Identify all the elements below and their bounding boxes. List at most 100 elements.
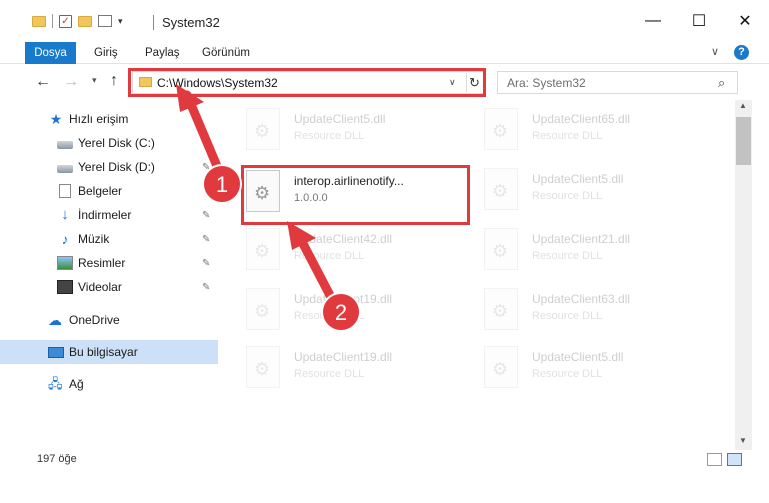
ribbon-expand-icon[interactable]: ∨ bbox=[711, 45, 719, 58]
details-view-icon[interactable] bbox=[707, 453, 722, 466]
file-item[interactable]: ⚙ UpdateClient5.dll Resource DLL bbox=[484, 346, 714, 396]
dll-file-icon: ⚙ bbox=[484, 168, 518, 210]
file-name: UpdateClient63.dll bbox=[532, 292, 631, 306]
pin-icon[interactable]: ✎ bbox=[202, 138, 210, 149]
properties-icon[interactable] bbox=[98, 15, 112, 27]
dll-file-icon: ⚙ bbox=[484, 108, 518, 150]
sidebar-item-music[interactable]: ♪ Müzik ✎ bbox=[0, 227, 218, 251]
tab-gorunum[interactable]: Görünüm bbox=[202, 42, 250, 64]
dll-file-icon: ⚙ bbox=[484, 228, 518, 270]
sidebar-item-local-disk-c[interactable]: Yerel Disk (C:) ✎ bbox=[0, 131, 218, 155]
search-box[interactable]: Ara: System32 ⌕ bbox=[497, 71, 738, 94]
gear-icon: ⚙ bbox=[492, 359, 509, 379]
up-arrow-icon[interactable]: ↑ bbox=[110, 72, 118, 90]
star-icon: ★ bbox=[49, 111, 63, 127]
close-button[interactable]: ✕ bbox=[722, 0, 768, 42]
dll-file-icon: ⚙ bbox=[246, 288, 280, 330]
sidebar-item-label: Resimler bbox=[78, 256, 126, 270]
sidebar-item-label: Belgeler bbox=[78, 184, 123, 198]
download-icon: ↓ bbox=[61, 206, 69, 223]
customize-toolbar-dropdown-icon[interactable]: ▾ bbox=[118, 16, 123, 27]
sidebar-item-network[interactable]: 🖧 Ağ bbox=[0, 372, 218, 396]
video-icon bbox=[57, 280, 73, 294]
pin-icon[interactable]: ✎ bbox=[202, 186, 210, 197]
scroll-down-icon[interactable]: ▼ bbox=[739, 436, 747, 445]
file-description: Resource DLL bbox=[294, 310, 365, 322]
dll-file-icon: ⚙ bbox=[246, 228, 280, 270]
recent-locations-dropdown-icon[interactable]: ▾ bbox=[92, 75, 97, 86]
gear-icon: ⚙ bbox=[492, 181, 509, 201]
gear-icon: ⚙ bbox=[254, 301, 271, 321]
vertical-scrollbar[interactable]: ▲ ▼ bbox=[735, 100, 752, 450]
tab-giris[interactable]: Giriş bbox=[94, 42, 118, 64]
gear-icon: ⚙ bbox=[254, 359, 271, 379]
maximize-button[interactable]: ☐ bbox=[676, 0, 722, 42]
sidebar-item-label: Yerel Disk (C:) bbox=[78, 136, 155, 150]
file-item[interactable]: ⚙ UpdateClient5.dll Resource DLL bbox=[484, 168, 714, 218]
gear-icon: ⚙ bbox=[492, 301, 509, 321]
dll-file-icon: ⚙ bbox=[246, 346, 280, 388]
file-name: UpdateClient42.dll bbox=[294, 232, 393, 246]
navigation-bar: ← → ▾ ↑ C:\Windows\System32 ∨ ↻ Ara: Sys… bbox=[0, 66, 769, 100]
file-name: UpdateClient5.dll bbox=[294, 112, 386, 126]
cloud-icon: ☁ bbox=[48, 312, 62, 328]
disk-icon bbox=[57, 140, 73, 149]
sidebar-item-label: Ağ bbox=[69, 377, 84, 391]
ribbon-tabs: Dosya Giriş Paylaş Görünüm ∨ ? bbox=[0, 42, 769, 64]
pin-icon[interactable]: ✎ bbox=[202, 210, 210, 221]
title-divider bbox=[153, 15, 154, 30]
dll-file-icon: ⚙ bbox=[484, 288, 518, 330]
dll-file-icon: ⚙ bbox=[246, 170, 280, 212]
file-item[interactable]: ⚙ UpdateClient63.dll Resource DLL bbox=[484, 288, 714, 338]
sidebar-item-videos[interactable]: Videolar ✎ bbox=[0, 275, 218, 299]
file-name: UpdateClient5.dll bbox=[532, 350, 624, 364]
file-description: Resource DLL bbox=[294, 250, 365, 262]
file-description: Resource DLL bbox=[294, 368, 365, 380]
pin-icon[interactable]: ✎ bbox=[202, 258, 210, 269]
new-folder-icon[interactable] bbox=[78, 15, 92, 27]
sidebar-item-quick-access[interactable]: ★ Hızlı erişim bbox=[0, 107, 218, 131]
file-item-highlighted[interactable]: ⚙ interop.airlinenotify... 1.0.0.0 bbox=[246, 170, 476, 220]
file-description: Resource DLL bbox=[532, 250, 603, 262]
pin-icon[interactable]: ✎ bbox=[202, 282, 210, 293]
scroll-up-icon[interactable]: ▲ bbox=[739, 101, 747, 110]
music-icon: ♪ bbox=[61, 231, 69, 247]
sidebar-item-onedrive[interactable]: ☁ OneDrive bbox=[0, 308, 218, 332]
folder-icon[interactable] bbox=[32, 15, 46, 27]
file-name: UpdateClient21.dll bbox=[532, 232, 631, 246]
scroll-thumb[interactable] bbox=[736, 117, 751, 165]
large-icons-view-icon[interactable] bbox=[727, 453, 742, 466]
sidebar-item-this-pc[interactable]: Bu bilgisayar bbox=[0, 340, 218, 364]
sidebar-item-pictures[interactable]: Resimler ✎ bbox=[0, 251, 218, 275]
file-list: ⚙ UpdateClient5.dll Resource DLL ⚙ Updat… bbox=[218, 100, 735, 450]
search-icon[interactable]: ⌕ bbox=[718, 75, 725, 91]
back-arrow-icon[interactable]: ← bbox=[35, 73, 51, 91]
network-icon: 🖧 bbox=[48, 376, 63, 391]
tab-dosya[interactable]: Dosya bbox=[25, 42, 76, 64]
sidebar-item-downloads[interactable]: ↓ İndirmeler ✎ bbox=[0, 203, 218, 227]
help-icon[interactable]: ? bbox=[734, 45, 749, 60]
sidebar-item-local-disk-d[interactable]: Yerel Disk (D:) ✎ bbox=[0, 155, 218, 179]
minimize-button[interactable]: — bbox=[630, 0, 676, 42]
tab-paylas[interactable]: Paylaş bbox=[145, 42, 180, 64]
sidebar-item-documents[interactable]: Belgeler ✎ bbox=[0, 179, 218, 203]
sidebar-item-label: Müzik bbox=[78, 232, 110, 246]
file-description: Resource DLL bbox=[532, 190, 603, 202]
forward-arrow-icon[interactable]: → bbox=[63, 73, 79, 91]
file-item[interactable]: ⚙ UpdateClient5.dll Resource DLL bbox=[246, 108, 476, 158]
file-description: Resource DLL bbox=[532, 310, 603, 322]
file-name: UpdateClient19.dll bbox=[294, 350, 393, 364]
file-name: UpdateClient19.dll bbox=[294, 292, 393, 306]
file-item[interactable]: ⚙ UpdateClient21.dll Resource DLL bbox=[484, 228, 714, 278]
computer-icon bbox=[48, 346, 64, 358]
file-item[interactable]: ⚙ UpdateClient19.dll Resource DLL bbox=[246, 288, 476, 338]
file-item[interactable]: ⚙ UpdateClient19.dll Resource DLL bbox=[246, 346, 476, 396]
sidebar-item-label: Yerel Disk (D:) bbox=[78, 160, 155, 174]
file-description: Resource DLL bbox=[532, 368, 603, 380]
properties-check-icon[interactable]: ✓ bbox=[59, 14, 72, 28]
pin-icon[interactable]: ✎ bbox=[202, 162, 210, 173]
pin-icon[interactable]: ✎ bbox=[202, 234, 210, 245]
quick-access-toolbar: ✓ ▾ bbox=[32, 14, 123, 28]
file-item[interactable]: ⚙ UpdateClient42.dll Resource DLL bbox=[246, 228, 476, 278]
file-item[interactable]: ⚙ UpdateClient65.dll Resource DLL bbox=[484, 108, 714, 158]
